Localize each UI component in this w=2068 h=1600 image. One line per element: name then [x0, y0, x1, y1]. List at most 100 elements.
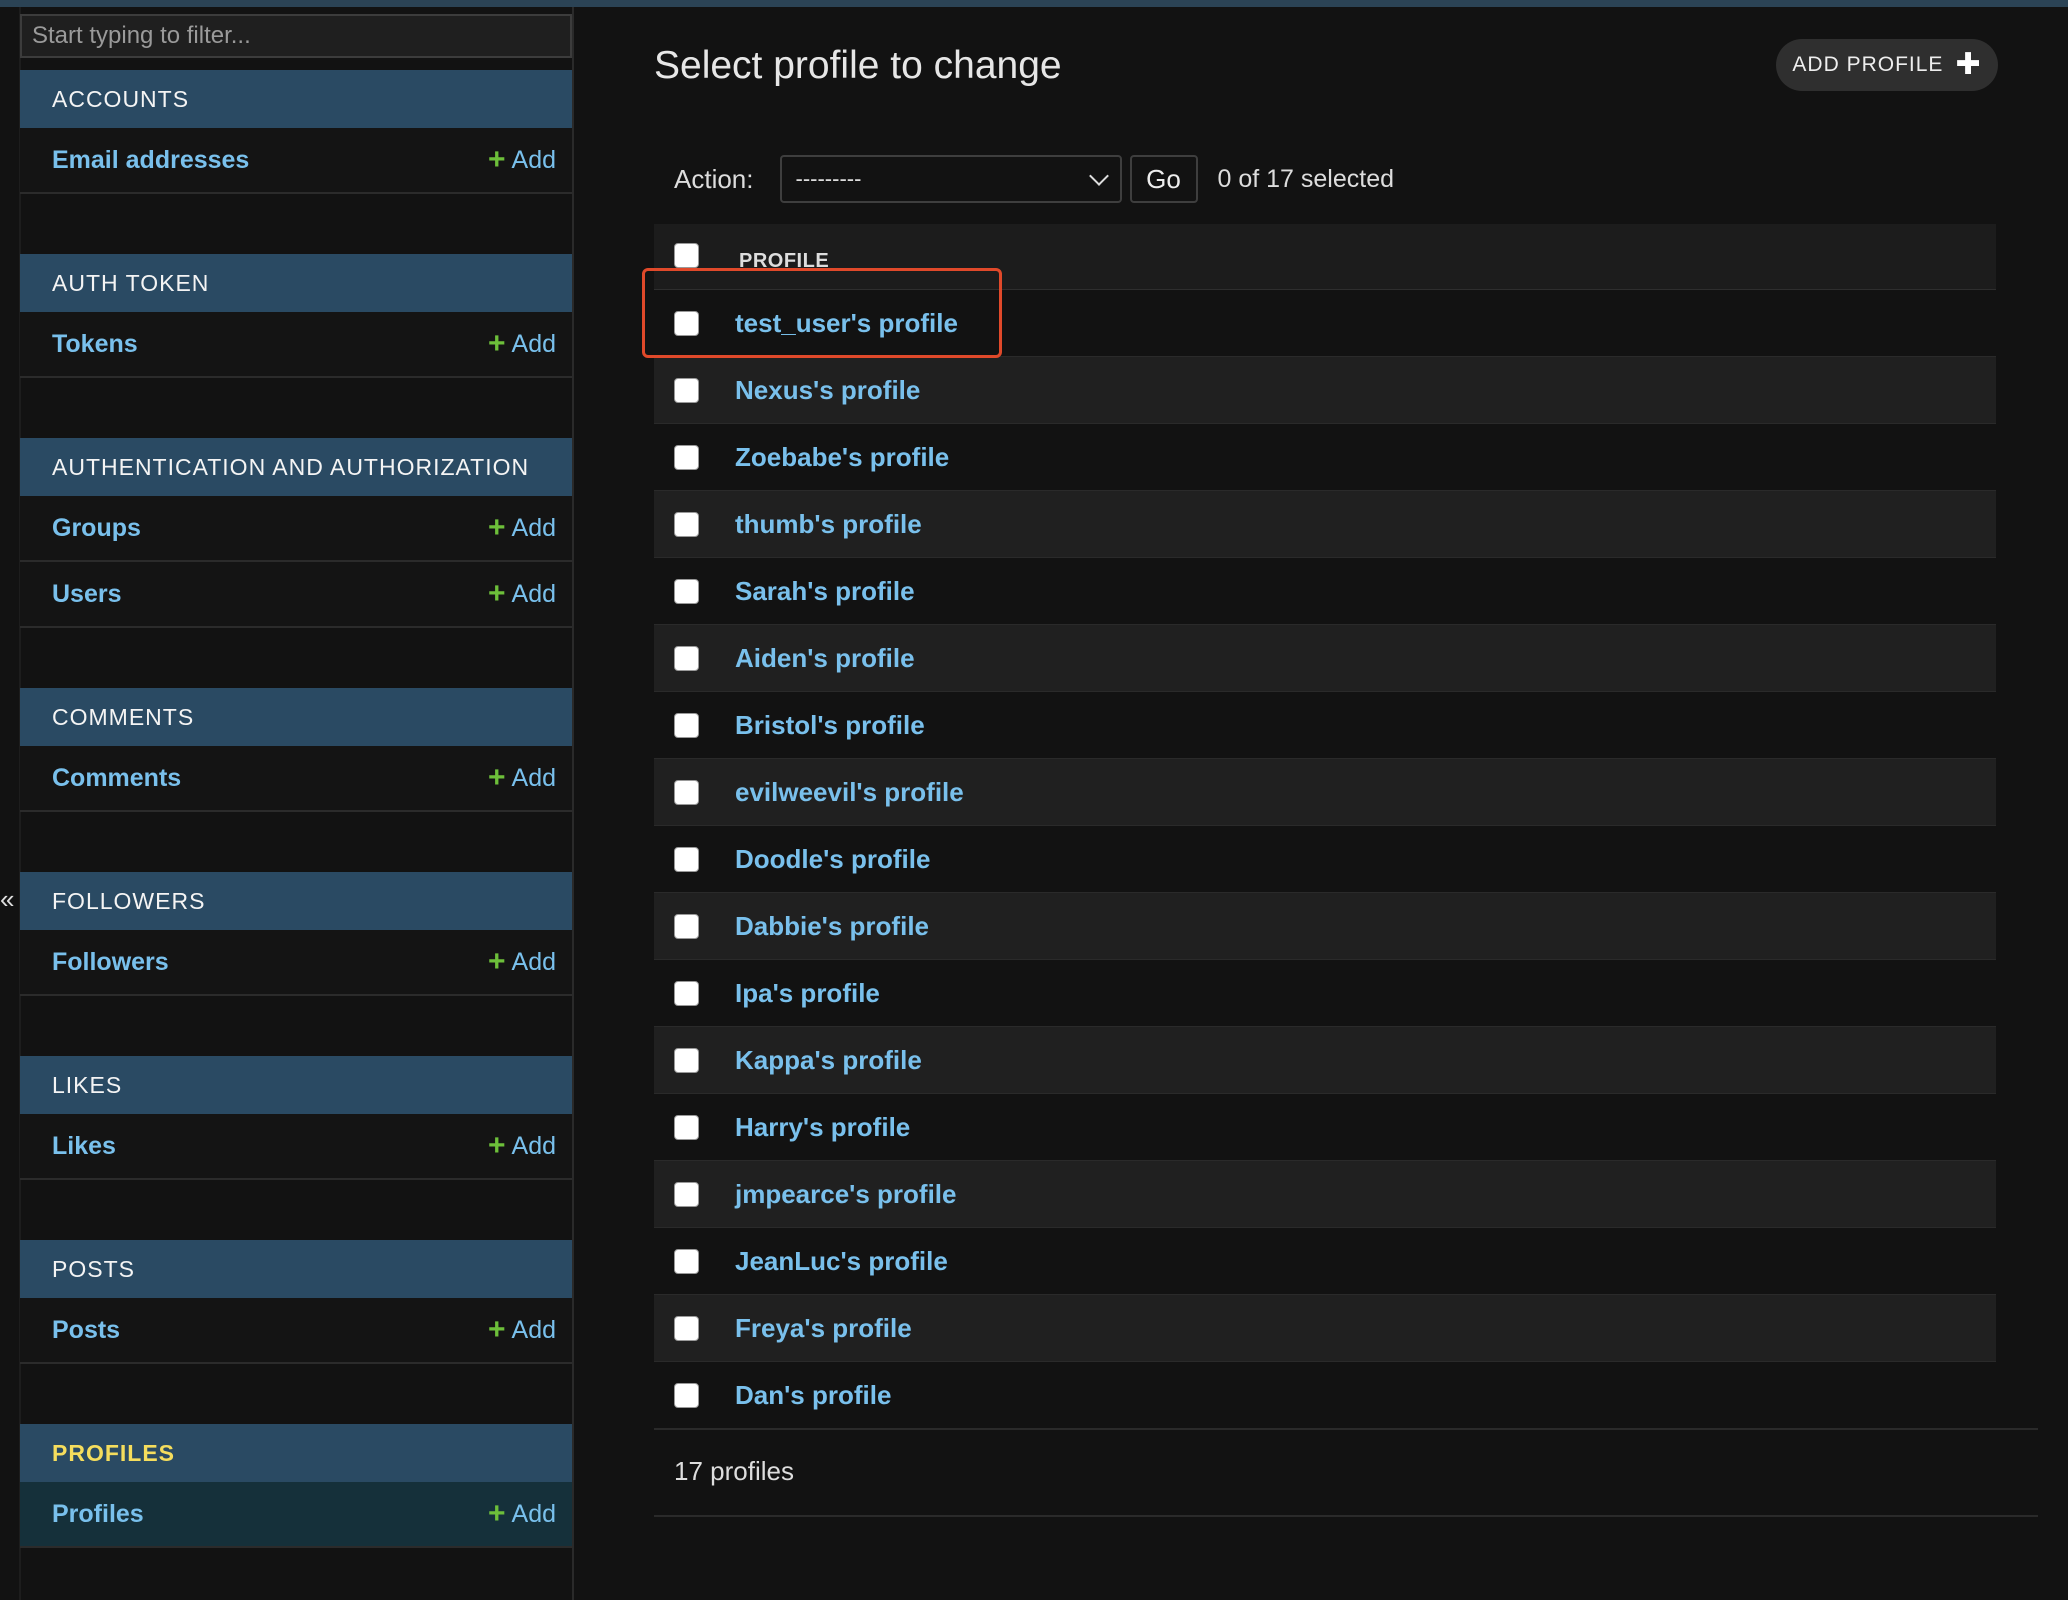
sidebar-filter-input[interactable]	[20, 14, 572, 58]
profile-link[interactable]: Ipa's profile	[735, 978, 880, 1009]
table-row: JeanLuc's profile	[654, 1228, 1996, 1295]
profile-link[interactable]: Bristol's profile	[735, 710, 925, 741]
add-label: Add	[511, 145, 556, 174]
module-profiles: PROFILES Profiles + Add	[20, 1424, 572, 1548]
table-row: Freya's profile	[654, 1295, 1996, 1362]
profile-link[interactable]: test_user's profile	[735, 308, 958, 339]
model-link-tokens[interactable]: Tokens	[52, 330, 138, 359]
collapse-sidebar-icon[interactable]: «	[0, 884, 14, 914]
module-auth-token: AUTH TOKEN Tokens + Add	[20, 254, 572, 378]
sidebar-item-posts: Posts + Add	[20, 1298, 572, 1364]
model-link-email-addresses[interactable]: Email addresses	[52, 146, 249, 175]
profile-link[interactable]: Aiden's profile	[735, 643, 915, 674]
add-label: Add	[511, 1131, 556, 1160]
module-header-followers[interactable]: FOLLOWERS	[20, 872, 572, 930]
row-checkbox[interactable]	[674, 1114, 699, 1140]
add-like-button[interactable]: + Add	[488, 1131, 556, 1161]
add-profile-button[interactable]: ADD PROFILE ✚	[1776, 39, 1998, 91]
row-checkbox[interactable]	[674, 511, 699, 537]
model-link-users[interactable]: Users	[52, 580, 122, 609]
module-header-accounts[interactable]: ACCOUNTS	[20, 70, 572, 128]
table-row: Zoebabe's profile	[654, 424, 1996, 491]
go-button[interactable]: Go	[1129, 155, 1198, 203]
row-checkbox[interactable]	[674, 578, 699, 604]
row-checkbox[interactable]	[674, 310, 699, 336]
add-label: Add	[511, 1315, 556, 1344]
profile-link[interactable]: evilweevil's profile	[735, 777, 964, 808]
row-checkbox[interactable]	[674, 444, 699, 470]
add-follower-button[interactable]: + Add	[488, 947, 556, 977]
actions-bar: Action: --------- Go 0 of 17 selected	[674, 154, 1394, 204]
plus-icon: +	[487, 577, 506, 610]
table-row: Sarah's profile	[654, 558, 1996, 625]
module-header-likes[interactable]: LIKES	[20, 1056, 572, 1114]
module-header-auth-token[interactable]: AUTH TOKEN	[20, 254, 572, 312]
row-checkbox[interactable]	[674, 980, 699, 1006]
sidebar-item-profiles: Profiles + Add	[20, 1482, 572, 1548]
profile-link[interactable]: jmpearce's profile	[735, 1179, 957, 1210]
plus-icon: +	[487, 1313, 506, 1346]
module-header-authentication[interactable]: AUTHENTICATION AND AUTHORIZATION	[20, 438, 572, 496]
row-checkbox[interactable]	[674, 1047, 699, 1073]
profile-link[interactable]: Dabbie's profile	[735, 911, 929, 942]
model-link-profiles[interactable]: Profiles	[52, 1500, 144, 1529]
row-checkbox[interactable]	[674, 645, 699, 671]
model-link-followers[interactable]: Followers	[52, 948, 169, 977]
row-checkbox[interactable]	[674, 1181, 699, 1207]
select-all-checkbox[interactable]	[674, 243, 699, 268]
row-checkbox[interactable]	[674, 779, 699, 805]
table-row: Dabbie's profile	[654, 893, 1996, 960]
row-checkbox[interactable]	[674, 712, 699, 738]
module-header-posts[interactable]: POSTS	[20, 1240, 572, 1298]
profile-link[interactable]: Kappa's profile	[735, 1045, 922, 1076]
table-row: Aiden's profile	[654, 625, 1996, 692]
module-header-profiles[interactable]: PROFILES	[20, 1424, 572, 1482]
add-user-button[interactable]: + Add	[488, 579, 556, 609]
model-link-posts[interactable]: Posts	[52, 1316, 120, 1345]
profile-link[interactable]: JeanLuc's profile	[735, 1246, 948, 1277]
row-checkbox[interactable]	[674, 1248, 699, 1274]
paginator-divider	[654, 1515, 2038, 1517]
table-row: thumb's profile	[654, 491, 1996, 558]
sidebar-item-groups: Groups + Add	[20, 496, 572, 562]
row-checkbox[interactable]	[674, 913, 699, 939]
table-row: Ipa's profile	[654, 960, 1996, 1027]
row-checkbox[interactable]	[674, 377, 699, 403]
profile-link[interactable]: Doodle's profile	[735, 844, 930, 875]
row-checkbox[interactable]	[674, 1315, 699, 1341]
profile-link[interactable]: Nexus's profile	[735, 375, 920, 406]
plus-icon: +	[487, 945, 506, 978]
action-label: Action:	[674, 163, 754, 194]
add-token-button[interactable]: + Add	[488, 329, 556, 359]
sidebar-item-followers: Followers + Add	[20, 930, 572, 996]
profile-link[interactable]: Harry's profile	[735, 1112, 910, 1143]
add-profile-sidebar-button[interactable]: + Add	[488, 1499, 556, 1529]
profile-link[interactable]: Dan's profile	[735, 1380, 891, 1411]
module-likes: LIKES Likes + Add	[20, 1056, 572, 1180]
row-checkbox[interactable]	[674, 1382, 699, 1408]
sidebar-item-email-addresses: Email addresses + Add	[20, 128, 572, 194]
paginator: 17 profiles	[674, 1456, 794, 1486]
action-select[interactable]: ---------	[779, 155, 1122, 203]
module-header-comments[interactable]: COMMENTS	[20, 688, 572, 746]
module-posts: POSTS Posts + Add	[20, 1240, 572, 1364]
profile-link[interactable]: Sarah's profile	[735, 576, 915, 607]
results-table: PROFILE test_user's profile Nexus's profi…	[654, 224, 1996, 1429]
results-header: PROFILE	[654, 224, 1996, 290]
column-header-profile[interactable]: PROFILE	[739, 250, 829, 273]
profile-link[interactable]: Zoebabe's profile	[735, 442, 949, 473]
profile-link[interactable]: thumb's profile	[735, 509, 922, 540]
add-email-address-button[interactable]: + Add	[488, 145, 556, 175]
model-link-likes[interactable]: Likes	[52, 1132, 116, 1161]
row-checkbox[interactable]	[674, 846, 699, 872]
model-link-groups[interactable]: Groups	[52, 514, 141, 543]
model-link-comments[interactable]: Comments	[52, 764, 181, 793]
add-group-button[interactable]: + Add	[488, 513, 556, 543]
add-comment-button[interactable]: + Add	[488, 763, 556, 793]
module-followers: FOLLOWERS Followers + Add	[20, 872, 572, 996]
profile-link[interactable]: Freya's profile	[735, 1313, 912, 1344]
add-label: Add	[511, 763, 556, 792]
add-post-button[interactable]: + Add	[488, 1315, 556, 1345]
plus-icon: ✚	[1955, 48, 1982, 81]
action-selected-value: ---------	[795, 166, 862, 191]
